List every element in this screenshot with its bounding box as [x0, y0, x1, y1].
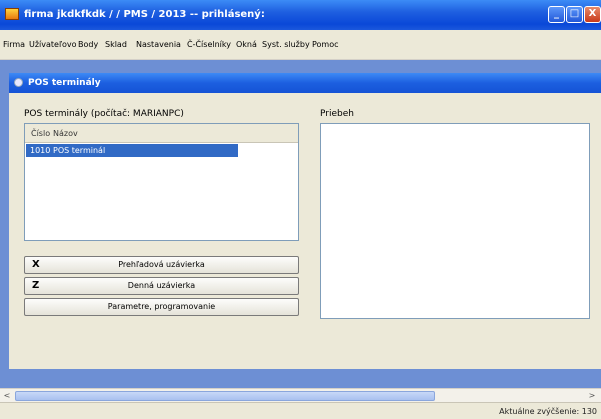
horizontal-scrollbar[interactable]: < >	[0, 388, 601, 402]
progress-log[interactable]	[320, 123, 590, 319]
scroll-left-icon[interactable]: <	[1, 390, 13, 402]
window-icon	[14, 78, 23, 87]
close-button[interactable]: X	[584, 6, 601, 23]
parameters-label: Parametre, programovanie	[107, 302, 216, 311]
parameters-button[interactable]: Parametre, programovanie	[24, 298, 299, 316]
column-header-nazov[interactable]: Názov	[53, 129, 78, 138]
cell-nazov: POS terminál	[53, 146, 106, 155]
pos-terminals-list[interactable]: Číslo Názov 1010 POS terminál	[24, 123, 299, 241]
scroll-thumb[interactable]	[15, 391, 435, 401]
menu-ciselniky[interactable]: Č-Číselníky	[187, 40, 231, 49]
list-item[interactable]: 1010 POS terminál	[26, 144, 238, 157]
scroll-right-icon[interactable]: >	[586, 390, 598, 402]
menu-firma[interactable]: Firma	[3, 40, 25, 49]
menu-bar: Firma Užívateľovo Body Sklad Nastavenia …	[0, 30, 601, 60]
menu-okna[interactable]: Okná	[236, 40, 257, 49]
menu-body[interactable]: Body	[78, 40, 98, 49]
child-title-bar[interactable]: POS terminály	[9, 73, 601, 93]
z-report-label: Denná uzávierka	[127, 281, 196, 290]
column-header-cislo[interactable]: Číslo	[31, 129, 50, 138]
status-bar: Aktuálne zvýčšenie: 130	[0, 402, 601, 419]
zoom-status: Aktuálne zvýčšenie: 130	[499, 407, 597, 416]
z-report-button[interactable]: Z Denná uzávierka	[24, 277, 299, 295]
app-icon	[5, 8, 19, 20]
x-report-label: Prehľadová uzávierka	[118, 260, 205, 269]
menu-nastavenia[interactable]: Nastavenia	[136, 40, 181, 49]
menu-uzivatelovo[interactable]: Užívateľovo	[29, 40, 77, 49]
window-title: firma jkdkfkdk / / PMS / 2013 -- prihlás…	[24, 9, 265, 20]
progress-label: Priebeh	[320, 109, 354, 119]
menu-syst-sluzby[interactable]: Syst. služby	[262, 40, 310, 49]
menu-sklad[interactable]: Sklad	[105, 40, 127, 49]
maximize-button[interactable]: □	[566, 6, 583, 23]
child-window-title: POS terminály	[28, 78, 101, 88]
list-header: Číslo Názov	[25, 124, 298, 143]
cell-cislo: 1010	[30, 146, 51, 155]
x-report-button[interactable]: X Prehľadová uzávierka	[24, 256, 299, 274]
menu-pomoc[interactable]: Pomoc	[312, 40, 339, 49]
minimize-button[interactable]: _	[548, 6, 565, 23]
app-title-bar[interactable]: firma jkdkfkdk / / PMS / 2013 -- prihlás…	[0, 0, 601, 30]
pos-terminals-label: POS terminály (počítač: MARIANPC)	[24, 109, 184, 119]
